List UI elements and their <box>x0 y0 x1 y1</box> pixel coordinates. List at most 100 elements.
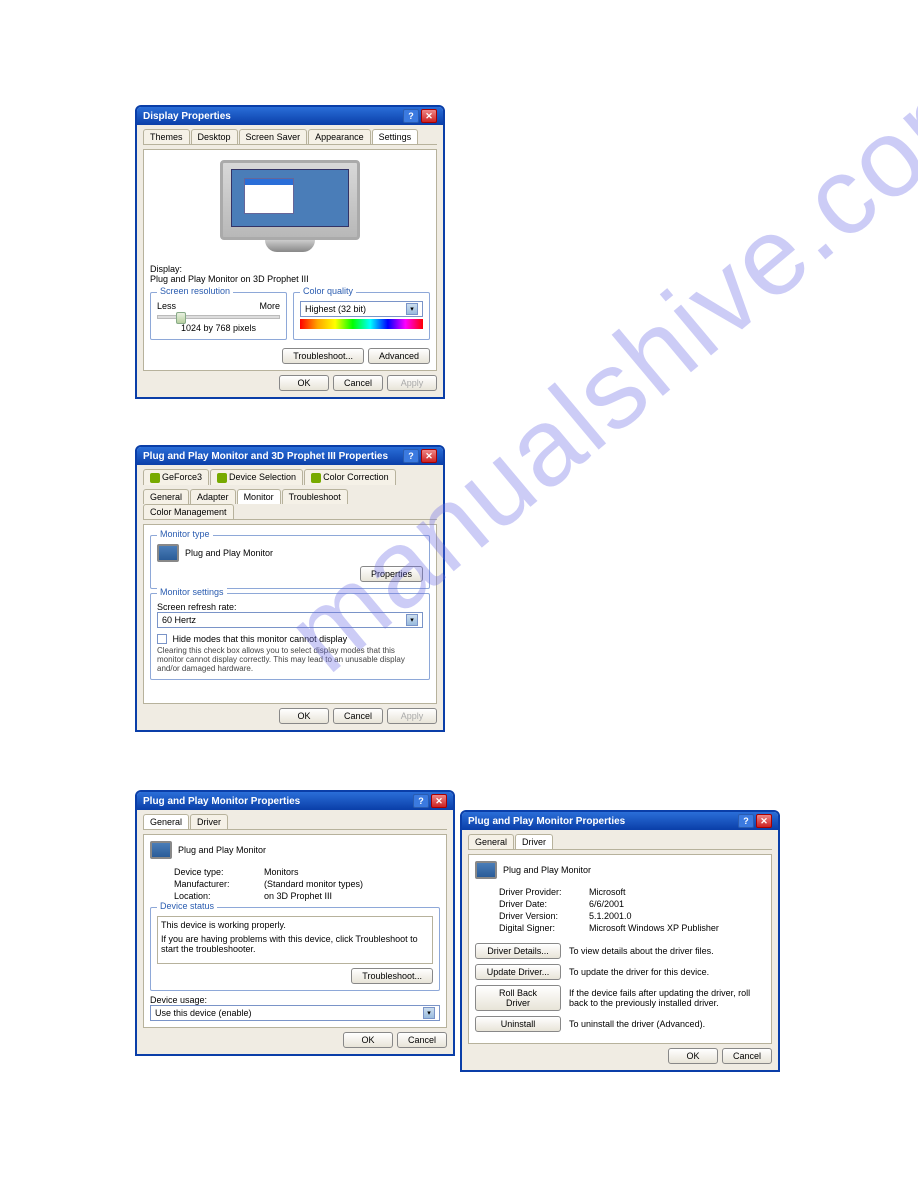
properties-button[interactable]: Properties <box>360 566 423 582</box>
help-icon[interactable]: ? <box>738 814 754 828</box>
tab-geforce3[interactable]: GeForce3 <box>143 469 209 485</box>
close-icon[interactable]: ✕ <box>421 449 437 463</box>
troubleshoot-button[interactable]: Troubleshoot... <box>351 968 433 984</box>
tab-desktop[interactable]: Desktop <box>191 129 238 144</box>
refresh-rate-select[interactable]: 60 Hertz ▾ <box>157 612 423 628</box>
close-icon[interactable]: ✕ <box>431 794 447 808</box>
monitor-prophet-properties-dialog: Plug and Play Monitor and 3D Prophet III… <box>135 445 445 732</box>
monitor-properties-general-dialog: Plug and Play Monitor Properties ? ✕ Gen… <box>135 790 455 1056</box>
help-icon[interactable]: ? <box>413 794 429 808</box>
titlebar: Plug and Play Monitor and 3D Prophet III… <box>137 447 443 465</box>
device-name: Plug and Play Monitor <box>503 865 591 875</box>
device-name: Plug and Play Monitor <box>178 845 266 855</box>
version-value: 5.1.2001.0 <box>589 911 632 921</box>
ok-button[interactable]: OK <box>279 375 329 391</box>
resolution-value: 1024 by 768 pixels <box>157 323 280 333</box>
tab-strip: General Adapter Monitor Troubleshoot Col… <box>143 489 437 520</box>
rollback-driver-button[interactable]: Roll Back Driver <box>475 985 561 1011</box>
resolution-slider[interactable] <box>157 315 280 319</box>
advanced-button[interactable]: Advanced <box>368 348 430 364</box>
nvidia-icon <box>150 473 160 483</box>
nvidia-icon <box>311 473 321 483</box>
ok-button[interactable]: OK <box>343 1032 393 1048</box>
monitor-panel: Monitor type Plug and Play Monitor Prope… <box>143 524 437 704</box>
rollback-driver-desc: If the device fails after updating the d… <box>569 988 765 1008</box>
date-label: Driver Date: <box>499 899 589 909</box>
hide-modes-label: Hide modes that this monitor cannot disp… <box>173 634 348 644</box>
uninstall-desc: To uninstall the driver (Advanced). <box>569 1019 765 1029</box>
display-value: Plug and Play Monitor on 3D Prophet III <box>150 274 430 284</box>
refresh-rate-label: Screen refresh rate: <box>157 602 423 612</box>
title-text: Display Properties <box>143 111 231 122</box>
settings-panel: Display: Plug and Play Monitor on 3D Pro… <box>143 149 437 371</box>
cancel-button[interactable]: Cancel <box>722 1048 772 1064</box>
tab-general[interactable]: General <box>143 489 189 504</box>
help-icon[interactable]: ? <box>403 109 419 123</box>
title-text: Plug and Play Monitor and 3D Prophet III… <box>143 451 388 462</box>
cancel-button[interactable]: Cancel <box>333 708 383 724</box>
hide-modes-checkbox[interactable] <box>157 634 167 644</box>
tab-screensaver[interactable]: Screen Saver <box>239 129 308 144</box>
device-status-title: Device status <box>157 901 217 911</box>
ok-button[interactable]: OK <box>279 708 329 724</box>
tab-driver[interactable]: Driver <box>190 814 228 829</box>
monitor-icon <box>475 861 497 879</box>
tab-monitor[interactable]: Monitor <box>237 489 281 504</box>
tab-general[interactable]: General <box>143 814 189 829</box>
signer-label: Digital Signer: <box>499 923 589 933</box>
cancel-button[interactable]: Cancel <box>397 1032 447 1048</box>
location-value: on 3D Prophet III <box>264 891 332 901</box>
update-driver-button[interactable]: Update Driver... <box>475 964 561 980</box>
device-type-label: Device type: <box>174 867 264 877</box>
title-text: Plug and Play Monitor Properties <box>143 796 300 807</box>
tab-themes[interactable]: Themes <box>143 129 190 144</box>
driver-details-button[interactable]: Driver Details... <box>475 943 561 959</box>
device-usage-value: Use this device (enable) <box>155 1008 252 1018</box>
chevron-down-icon: ▾ <box>406 303 418 315</box>
titlebar: Display Properties ? ✕ <box>137 107 443 125</box>
chevron-down-icon: ▾ <box>406 614 418 626</box>
refresh-rate-value: 60 Hertz <box>162 615 196 625</box>
location-label: Location: <box>174 891 264 901</box>
uninstall-button[interactable]: Uninstall <box>475 1016 561 1032</box>
ok-button[interactable]: OK <box>668 1048 718 1064</box>
tab-general[interactable]: General <box>468 834 514 849</box>
close-icon[interactable]: ✕ <box>756 814 772 828</box>
tab-adapter[interactable]: Adapter <box>190 489 236 504</box>
tab-strip: Themes Desktop Screen Saver Appearance S… <box>143 129 437 145</box>
tab-troubleshoot[interactable]: Troubleshoot <box>282 489 348 504</box>
tab-color-management[interactable]: Color Management <box>143 504 234 519</box>
close-icon[interactable]: ✕ <box>421 109 437 123</box>
display-label: Display: <box>150 264 430 274</box>
tab-driver[interactable]: Driver <box>515 834 553 849</box>
provider-value: Microsoft <box>589 887 626 897</box>
troubleshoot-button[interactable]: Troubleshoot... <box>282 348 364 364</box>
monitor-type-title: Monitor type <box>157 529 213 539</box>
titlebar: Plug and Play Monitor Properties ? ✕ <box>462 812 778 830</box>
driver-panel: Plug and Play Monitor Driver Provider:Mi… <box>468 854 772 1044</box>
signer-value: Microsoft Windows XP Publisher <box>589 923 719 933</box>
device-usage-select[interactable]: Use this device (enable) ▾ <box>150 1005 440 1021</box>
tab-device-selection[interactable]: Device Selection <box>210 469 303 485</box>
top-tab-strip: GeForce3 Device Selection Color Correcti… <box>143 469 437 485</box>
resolution-group-title: Screen resolution <box>157 286 233 296</box>
apply-button[interactable]: Apply <box>387 708 437 724</box>
color-quality-select[interactable]: Highest (32 bit) ▾ <box>300 301 423 317</box>
monitor-name: Plug and Play Monitor <box>185 548 273 558</box>
update-driver-desc: To update the driver for this device. <box>569 967 765 977</box>
manufacturer-value: (Standard monitor types) <box>264 879 363 889</box>
tab-settings[interactable]: Settings <box>372 129 419 144</box>
apply-button[interactable]: Apply <box>387 375 437 391</box>
monitor-preview <box>210 160 370 260</box>
help-icon[interactable]: ? <box>403 449 419 463</box>
tab-strip: General Driver <box>143 814 447 830</box>
tab-color-correction[interactable]: Color Correction <box>304 469 396 485</box>
cancel-button[interactable]: Cancel <box>333 375 383 391</box>
tab-appearance[interactable]: Appearance <box>308 129 371 144</box>
more-label: More <box>259 301 280 311</box>
less-label: Less <box>157 301 176 311</box>
monitor-icon <box>157 544 179 562</box>
monitor-properties-driver-dialog: Plug and Play Monitor Properties ? ✕ Gen… <box>460 810 780 1072</box>
chevron-down-icon: ▾ <box>423 1007 435 1019</box>
general-panel: Plug and Play Monitor Device type:Monito… <box>143 834 447 1028</box>
